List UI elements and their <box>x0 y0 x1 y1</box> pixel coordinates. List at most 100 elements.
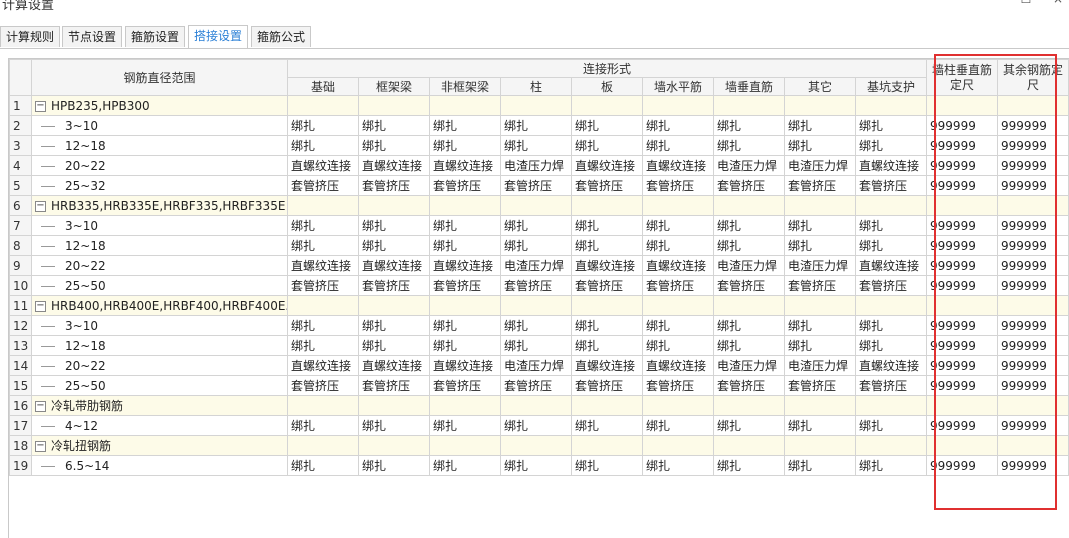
connection-cell-slab[interactable]: 直螺纹连接 <box>571 155 643 176</box>
wall-column-length-cell[interactable]: 999999 <box>926 235 999 256</box>
connection-cell-other[interactable]: 绑扎 <box>784 235 856 256</box>
connection-cell-frame-beam[interactable]: 绑扎 <box>358 235 430 256</box>
connection-cell-pit-support[interactable] <box>854 195 928 216</box>
connection-cell-pit-support[interactable]: 绑扎 <box>854 115 928 136</box>
diameter-range-cell[interactable]: 25~50 <box>31 375 288 396</box>
connection-cell-foundation[interactable]: 绑扎 <box>287 115 359 136</box>
wall-column-length-cell[interactable]: 999999 <box>926 255 999 276</box>
connection-cell-pit-support[interactable]: 绑扎 <box>854 335 928 356</box>
connection-cell-wall-vertical[interactable]: 绑扎 <box>713 215 785 236</box>
group-row[interactable]: 6− HRB335,HRB335E,HRBF335,HRBF335E <box>9 195 1069 216</box>
table-row[interactable]: 17 4~12 绑扎 绑扎 绑扎 绑扎 绑扎 绑扎 绑扎 绑扎 绑扎 999999 999999 <box>9 415 1069 436</box>
connection-cell-pit-support[interactable]: 绑扎 <box>854 215 928 236</box>
tab-lap-settings[interactable]: 搭接设置 <box>188 25 249 48</box>
connection-cell-wall-vertical[interactable] <box>713 95 785 116</box>
wall-column-length-cell[interactable] <box>926 295 999 316</box>
diameter-range-cell[interactable]: 25~32 <box>31 175 288 196</box>
group-row[interactable]: 18− 冷轧扭钢筋 <box>9 435 1069 456</box>
connection-cell-slab[interactable]: 绑扎 <box>571 455 643 476</box>
wall-column-length-cell[interactable]: 999999 <box>926 355 999 376</box>
connection-cell-foundation[interactable]: 套管挤压 <box>287 375 359 396</box>
connection-cell-column[interactable]: 套管挤压 <box>500 375 572 396</box>
table-row[interactable]: 7 3~10 绑扎 绑扎 绑扎 绑扎 绑扎 绑扎 绑扎 绑扎 绑扎 999999 999999 <box>9 215 1069 236</box>
table-row[interactable]: 15 25~50 套管挤压 套管挤压 套管挤压 套管挤压 套管挤压 套管挤压 套管挤压 套管挤压套… <box>9 375 1069 396</box>
wall-column-length-cell[interactable]: 999999 <box>926 415 999 436</box>
connection-cell-non-frame-beam[interactable]: 套管挤压 <box>429 175 501 196</box>
connection-cell-other[interactable] <box>784 295 856 316</box>
connection-cell-slab[interactable]: 绑扎 <box>571 315 643 336</box>
connection-cell-wall-vertical[interactable]: 电渣压力焊 <box>713 355 785 376</box>
connection-cell-column[interactable]: 绑扎 <box>500 335 572 356</box>
connection-cell-foundation[interactable]: 绑扎 <box>287 415 359 436</box>
connection-cell-pit-support[interactable]: 直螺纹连接 <box>854 355 928 376</box>
connection-cell-non-frame-beam[interactable]: 绑扎 <box>429 335 501 356</box>
connection-cell-slab[interactable]: 套管挤压 <box>571 375 643 396</box>
connection-cell-slab[interactable]: 绑扎 <box>571 135 643 156</box>
connection-cell-column[interactable]: 套管挤压 <box>500 175 572 196</box>
connection-cell-foundation[interactable]: 绑扎 <box>287 215 359 236</box>
connection-cell-wall-vertical[interactable]: 套管挤压 <box>713 175 785 196</box>
connection-cell-foundation[interactable]: 直螺纹连接 <box>287 355 359 376</box>
connection-cell-other[interactable]: 绑扎 <box>784 115 856 136</box>
connection-cell-non-frame-beam[interactable]: 绑扎 <box>429 115 501 136</box>
connection-cell-pit-support[interactable]: 套管挤压 <box>854 175 928 196</box>
close-icon[interactable]: × <box>1051 0 1065 6</box>
connection-cell-foundation[interactable] <box>287 295 359 316</box>
connection-cell-wall-horizontal[interactable] <box>642 295 714 316</box>
connection-cell-slab[interactable]: 直螺纹连接 <box>571 255 643 276</box>
connection-cell-pit-support[interactable] <box>854 435 928 456</box>
wall-column-length-cell[interactable]: 999999 <box>926 155 999 176</box>
connection-cell-frame-beam[interactable]: 套管挤压 <box>358 275 430 296</box>
table-row[interactable]: 19 6.5~14 绑扎 绑扎 绑扎 绑扎 绑扎 绑扎 绑扎 绑扎 绑扎 999999 999999 <box>9 455 1069 476</box>
group-row[interactable]: 11− HRB400,HRB400E,HRBF400,HRBF400E... <box>9 295 1069 316</box>
connection-cell-wall-vertical[interactable] <box>713 395 785 416</box>
other-rebar-length-cell[interactable]: 999999 <box>997 115 1069 136</box>
connection-cell-wall-vertical[interactable] <box>713 435 785 456</box>
connection-cell-other[interactable]: 电渣压力焊 <box>784 155 856 176</box>
table-row[interactable]: 10 25~50 套管挤压 套管挤压 套管挤压 套管挤压 套管挤压 套管挤压 套管挤压 套管挤压套… <box>9 275 1069 296</box>
connection-cell-non-frame-beam[interactable] <box>429 195 501 216</box>
wall-column-length-cell[interactable]: 999999 <box>926 335 999 356</box>
connection-cell-pit-support[interactable]: 绑扎 <box>854 235 928 256</box>
connection-cell-slab[interactable] <box>571 295 643 316</box>
connection-cell-pit-support[interactable]: 套管挤压 <box>854 375 928 396</box>
connection-cell-frame-beam[interactable]: 套管挤压 <box>358 175 430 196</box>
connection-cell-wall-horizontal[interactable]: 直螺纹连接 <box>642 355 714 376</box>
connection-cell-other[interactable] <box>784 435 856 456</box>
wall-column-length-cell[interactable]: 999999 <box>926 175 999 196</box>
connection-cell-pit-support[interactable]: 直螺纹连接 <box>854 155 928 176</box>
connection-cell-column[interactable] <box>500 295 572 316</box>
diameter-range-cell[interactable]: 3~10 <box>31 315 288 336</box>
other-rebar-length-cell[interactable]: 999999 <box>997 175 1069 196</box>
wall-column-length-cell[interactable]: 999999 <box>926 115 999 136</box>
connection-cell-other[interactable]: 套管挤压 <box>784 375 856 396</box>
connection-cell-wall-vertical[interactable] <box>713 195 785 216</box>
grade-group-cell[interactable]: − 冷轧扭钢筋 <box>31 435 288 456</box>
connection-cell-slab[interactable]: 绑扎 <box>571 415 643 436</box>
connection-cell-wall-horizontal[interactable]: 绑扎 <box>642 415 714 436</box>
connection-cell-wall-horizontal[interactable]: 绑扎 <box>642 115 714 136</box>
connection-cell-column[interactable]: 绑扎 <box>500 455 572 476</box>
tab-node-settings[interactable]: 节点设置 <box>62 26 123 47</box>
connection-cell-other[interactable] <box>784 195 856 216</box>
other-rebar-length-cell[interactable]: 999999 <box>997 215 1069 236</box>
connection-cell-column[interactable] <box>500 95 572 116</box>
connection-cell-pit-support[interactable]: 直螺纹连接 <box>854 255 928 276</box>
connection-cell-foundation[interactable]: 绑扎 <box>287 335 359 356</box>
connection-cell-other[interactable]: 绑扎 <box>784 215 856 236</box>
connection-cell-wall-vertical[interactable]: 套管挤压 <box>713 375 785 396</box>
connection-cell-foundation[interactable]: 套管挤压 <box>287 175 359 196</box>
connection-cell-slab[interactable] <box>571 195 643 216</box>
connection-cell-column[interactable]: 电渣压力焊 <box>500 255 572 276</box>
connection-cell-slab[interactable]: 绑扎 <box>571 115 643 136</box>
wall-column-length-cell[interactable]: 999999 <box>926 275 999 296</box>
minimize-icon[interactable]: — <box>987 0 1001 6</box>
connection-cell-foundation[interactable] <box>287 95 359 116</box>
table-row[interactable]: 8 12~18 绑扎 绑扎 绑扎 绑扎 绑扎 绑扎 绑扎 绑扎 绑扎 999999 999999 <box>9 235 1069 256</box>
table-row[interactable]: 4 20~22 直螺纹连接 直螺纹连接 直螺纹连接 电渣压力焊 直螺纹连接 直螺纹连接 电渣压力… <box>9 155 1069 176</box>
connection-cell-other[interactable] <box>784 395 856 416</box>
other-rebar-length-cell[interactable]: 999999 <box>997 335 1069 356</box>
connection-cell-wall-horizontal[interactable]: 绑扎 <box>642 215 714 236</box>
connection-cell-slab[interactable]: 绑扎 <box>571 335 643 356</box>
table-row[interactable]: 13 12~18 绑扎 绑扎 绑扎 绑扎 绑扎 绑扎 绑扎 绑扎 绑扎 999999 999999 <box>9 335 1069 356</box>
